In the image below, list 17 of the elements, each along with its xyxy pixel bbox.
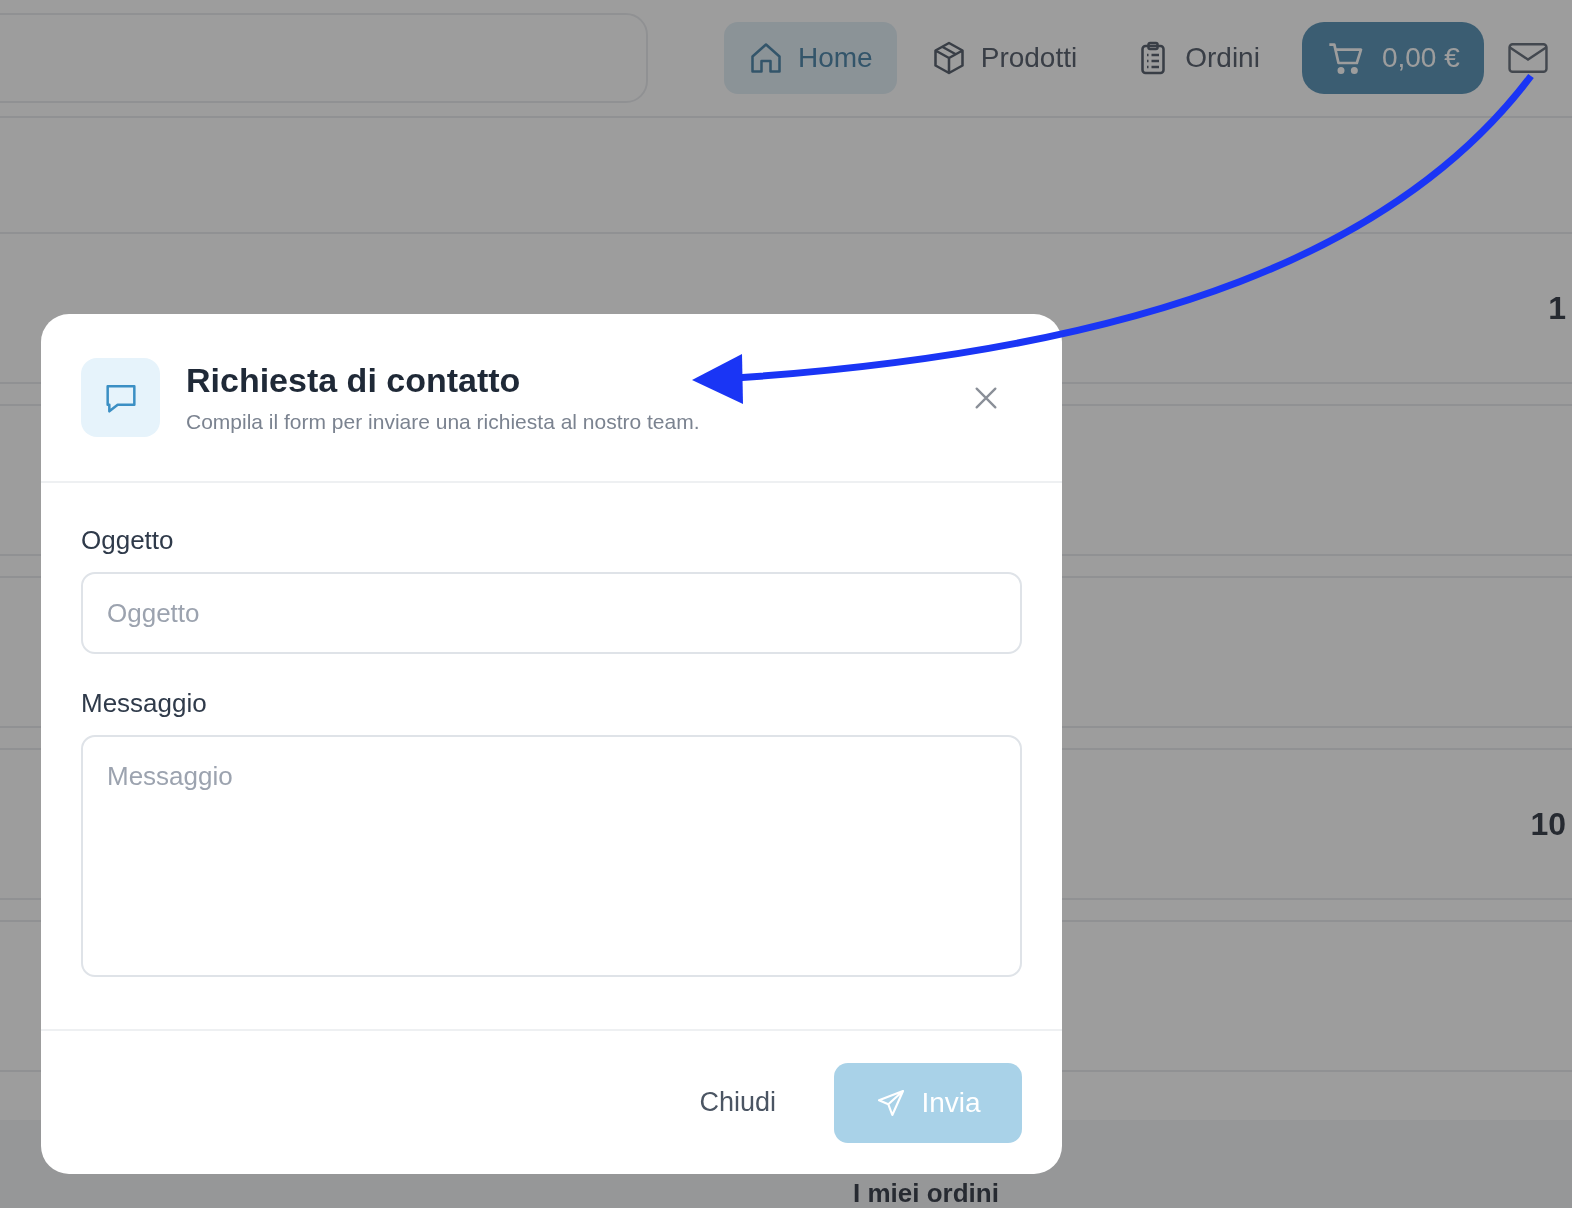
input-field[interactable]: Oggetto [81,572,1022,654]
dialog-title: Richiesta di contatto [186,361,522,400]
row-value: 1 [1548,289,1566,327]
field-label: Oggetto [81,525,175,556]
dialog-subtitle: Compila il form per inviare una richiesta al nostro team. [186,410,701,434]
row-value: 10 [1530,805,1566,843]
cart-button[interactable]: 0,00 € [1301,22,1484,94]
close-button[interactable]: Chiudi [681,1071,794,1134]
field-label: Messaggio [81,688,208,719]
section-title: I miei ordini [853,1179,999,1207]
mail-icon[interactable] [1507,42,1548,74]
text-area[interactable]: Messaggio [81,735,1022,977]
chat-icon [81,358,160,437]
nav-link[interactable]: Prodotti [906,22,1102,94]
home-icon [748,40,784,76]
nav-link[interactable]: Home [724,22,897,94]
nav-link[interactable]: Ordini [1111,22,1284,94]
